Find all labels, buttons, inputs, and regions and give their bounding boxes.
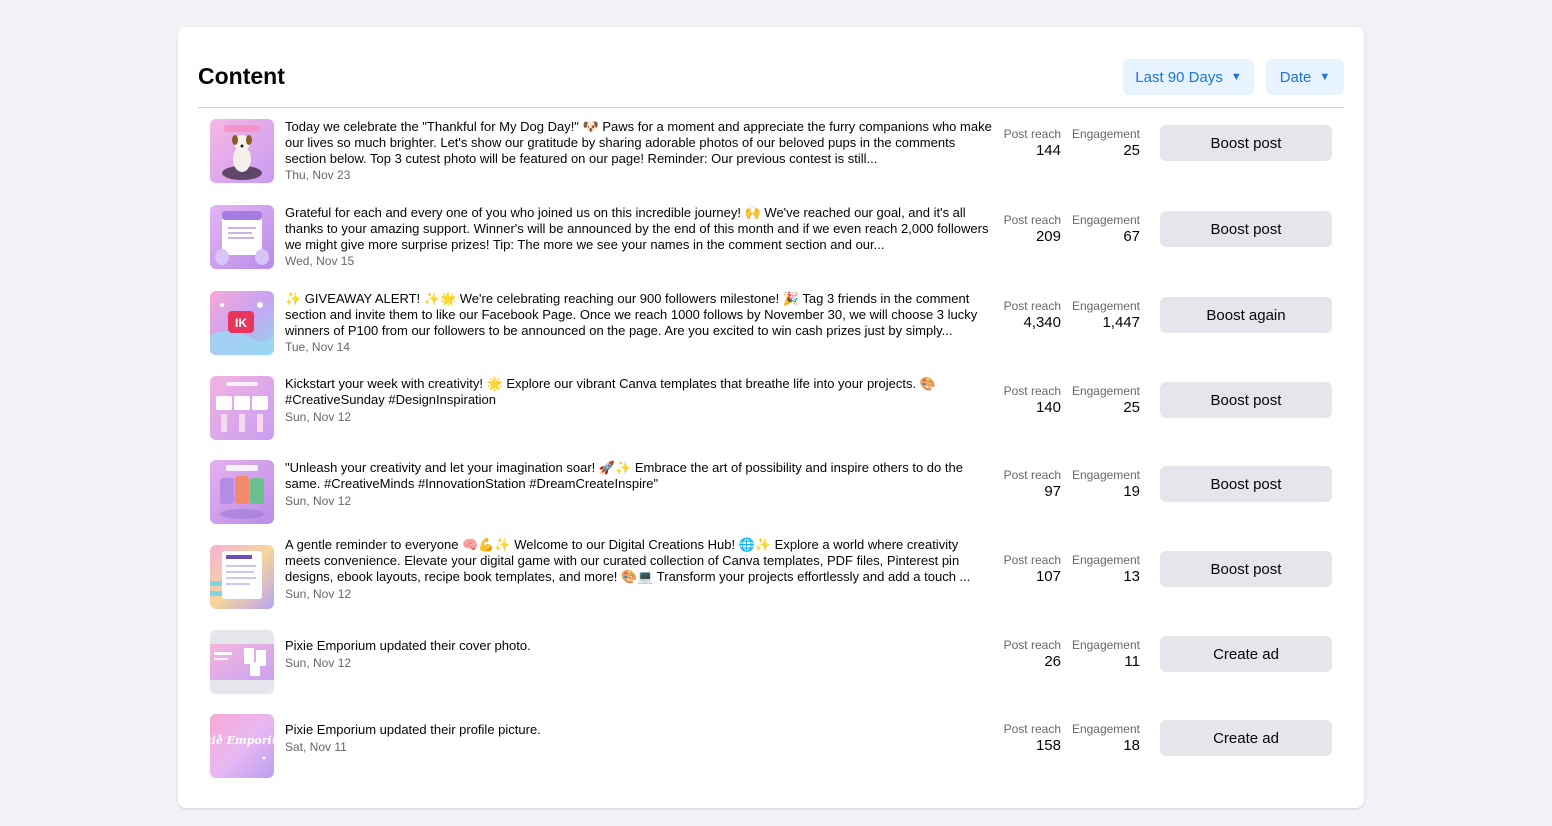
post-reach-label: Post reach (1003, 213, 1061, 227)
post-reach-value: 26 (1044, 653, 1061, 670)
post-reach: Post reach 107 (1004, 553, 1061, 585)
engagement: Engagement 1,447 (1072, 299, 1140, 331)
sort-dropdown[interactable]: Date ▼ (1266, 59, 1344, 95)
hello-poster-icon[interactable] (210, 205, 274, 269)
reminder-note-icon[interactable] (210, 545, 274, 609)
post-date: Sat, Nov 11 (285, 740, 347, 754)
post-row[interactable]: Kickstart your week with creativity! 🌟 E… (178, 368, 1364, 442)
post-reach: Post reach 140 (1004, 384, 1061, 416)
post-reach: Post reach 144 (1004, 127, 1061, 159)
post-reach-value: 107 (1035, 568, 1061, 585)
post-reach-value: 209 (1035, 228, 1061, 245)
engagement: Engagement 13 (1072, 553, 1140, 585)
page-title: Content (198, 63, 285, 89)
post-row[interactable]: Pixie Emporium Pixie Emporium updated th… (178, 706, 1364, 780)
boost-post-button[interactable]: Boost post (1160, 125, 1332, 161)
post-date: Sun, Nov 12 (285, 656, 352, 670)
engagement: Engagement 25 (1072, 384, 1140, 416)
post-date: Sun, Nov 12 (285, 410, 352, 424)
boost-again-button[interactable]: Boost again (1160, 297, 1332, 333)
post-date: Thu, Nov 23 (285, 168, 351, 182)
engagement: Engagement 19 (1072, 468, 1140, 500)
cover-photo-icon[interactable] (210, 630, 274, 694)
post-reach-label: Post reach (1003, 638, 1061, 652)
boost-post-button[interactable]: Boost post (1160, 211, 1332, 247)
post-text[interactable]: Pixie Emporium updated their cover photo… (285, 638, 993, 654)
post-reach-value: 140 (1035, 399, 1061, 416)
engagement: Engagement 25 (1072, 127, 1140, 159)
caret-down-icon: ▼ (1319, 71, 1331, 83)
engagement-label: Engagement (1071, 468, 1140, 482)
post-text[interactable]: Kickstart your week with creativity! 🌟 E… (285, 376, 993, 408)
post-reach: Post reach 4,340 (1004, 299, 1061, 331)
engagement-label: Engagement (1071, 299, 1140, 313)
giveaway-graphic-icon[interactable]: IK (210, 291, 274, 355)
engagement-value: 25 (1123, 142, 1140, 159)
post-text[interactable]: ✨ GIVEAWAY ALERT! ✨🌟 We're celebrating r… (285, 291, 993, 339)
engagement: Engagement 18 (1072, 722, 1140, 754)
post-reach-label: Post reach (1003, 127, 1061, 141)
post-text[interactable]: A gentle reminder to everyone 🧠💪✨ Welcom… (285, 537, 993, 585)
engagement-label: Engagement (1071, 553, 1140, 567)
post-reach-label: Post reach (1003, 553, 1061, 567)
post-reach-label: Post reach (1003, 299, 1061, 313)
templates-showcase-icon[interactable] (210, 376, 274, 440)
post-reach: Post reach 26 (1004, 638, 1061, 670)
profile-logo-icon[interactable]: Pixie Emporium (210, 714, 274, 778)
post-reach-value: 144 (1035, 142, 1061, 159)
engagement-value: 19 (1123, 483, 1140, 500)
engagement: Engagement 67 (1072, 213, 1140, 245)
engagement-label: Engagement (1071, 384, 1140, 398)
date-range-dropdown[interactable]: Last 90 Days ▼ (1123, 59, 1254, 95)
post-text[interactable]: Grateful for each and every one of you w… (285, 205, 993, 253)
post-date: Sun, Nov 12 (285, 587, 352, 601)
boost-post-button[interactable]: Boost post (1160, 551, 1332, 587)
engagement-value: 67 (1123, 228, 1140, 245)
post-row[interactable]: Today we celebrate the "Thankful for My … (178, 111, 1364, 185)
post-date: Sun, Nov 12 (285, 494, 352, 508)
post-date: Tue, Nov 14 (285, 340, 350, 354)
post-reach-value: 4,340 (1023, 314, 1061, 331)
post-text[interactable]: Pixie Emporium updated their profile pic… (285, 722, 993, 738)
svg-text:IK: IK (235, 316, 247, 330)
post-row[interactable]: Pixie Emporium updated their cover photo… (178, 622, 1364, 696)
engagement: Engagement 11 (1072, 638, 1140, 670)
product-cards-icon[interactable] (210, 460, 274, 524)
sort-label: Date (1279, 68, 1312, 86)
engagement-value: 1,447 (1102, 314, 1140, 331)
post-reach-value: 97 (1044, 483, 1061, 500)
content-header: Content Last 90 Days ▼ Date ▼ (198, 55, 1344, 108)
engagement-label: Engagement (1071, 722, 1140, 736)
engagement-value: 13 (1123, 568, 1140, 585)
engagement-label: Engagement (1071, 127, 1140, 141)
post-row[interactable]: A gentle reminder to everyone 🧠💪✨ Welcom… (178, 537, 1364, 611)
post-row[interactable]: IK ✨ GIVEAWAY ALERT! ✨🌟 We're celebratin… (178, 283, 1364, 357)
content-card: Content Last 90 Days ▼ Date ▼ Today we c… (178, 27, 1364, 808)
engagement-value: 11 (1124, 653, 1140, 670)
date-range-label: Last 90 Days (1135, 68, 1223, 86)
create-ad-button[interactable]: Create ad (1160, 720, 1332, 756)
post-row[interactable]: Grateful for each and every one of you w… (178, 197, 1364, 271)
engagement-label: Engagement (1071, 213, 1140, 227)
engagement-value: 18 (1123, 737, 1140, 754)
post-reach-value: 158 (1035, 737, 1061, 754)
boost-post-button[interactable]: Boost post (1160, 466, 1332, 502)
post-reach-label: Post reach (1003, 468, 1061, 482)
boost-post-button[interactable]: Boost post (1160, 382, 1332, 418)
caret-down-icon: ▼ (1230, 71, 1242, 83)
engagement-value: 25 (1123, 399, 1140, 416)
engagement-label: Engagement (1071, 638, 1140, 652)
post-reach: Post reach 97 (1004, 468, 1061, 500)
post-date: Wed, Nov 15 (285, 254, 355, 268)
post-text[interactable]: "Unleash your creativity and let your im… (285, 460, 993, 492)
dog-photo-icon[interactable] (210, 119, 274, 183)
create-ad-button[interactable]: Create ad (1160, 636, 1332, 672)
post-reach-label: Post reach (1003, 384, 1061, 398)
post-text[interactable]: Today we celebrate the "Thankful for My … (285, 119, 993, 167)
post-reach: Post reach 209 (1004, 213, 1061, 245)
post-reach: Post reach 158 (1004, 722, 1061, 754)
post-row[interactable]: "Unleash your creativity and let your im… (178, 452, 1364, 526)
post-reach-label: Post reach (1003, 722, 1061, 736)
